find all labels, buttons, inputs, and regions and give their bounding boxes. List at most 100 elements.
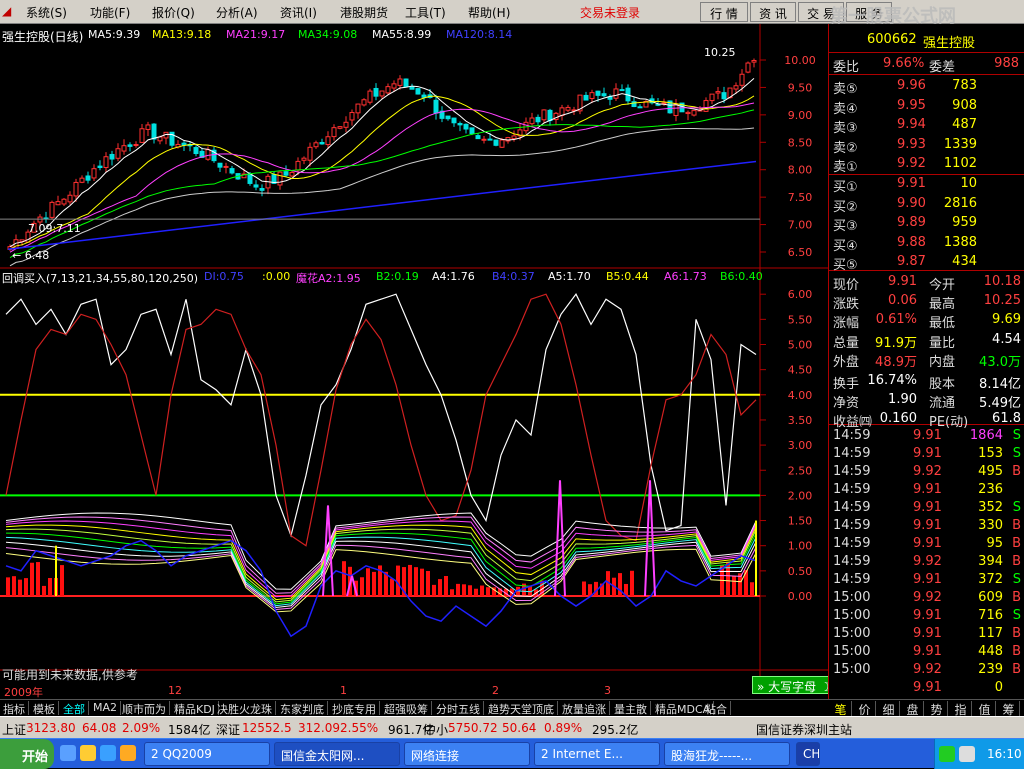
taskbar-ie[interactable]: 2 Internet E... — [534, 742, 660, 766]
candle-body — [715, 91, 721, 94]
zx-amount: 295.2亿 — [592, 723, 639, 737]
tab-news[interactable]: 资 讯 — [750, 2, 796, 22]
formula-tab[interactable]: 分时五线 — [433, 701, 484, 716]
windows-taskbar: 开始 2 QQ2009 国信金太阳网... 网络连接 2 Internet E.… — [0, 738, 1024, 769]
candle-body — [247, 173, 253, 184]
candle-body — [457, 122, 463, 126]
menu-analysis[interactable]: 分析(A) — [216, 4, 258, 21]
candle-body — [691, 110, 697, 116]
indicator-bar — [390, 578, 394, 596]
formula-tab[interactable]: MA2 — [90, 701, 122, 715]
candle-body — [619, 89, 625, 92]
stat-row: 外盘 48.9万 内盘 43.0万 — [833, 354, 1021, 370]
candle-body — [541, 109, 547, 121]
quicklaunch-folder-icon[interactable] — [80, 745, 96, 761]
formula-tab[interactable]: 指标 — [0, 701, 29, 716]
chart-area[interactable]: 10.00 9.50 9.00 8.50 8.00 7.50 7.00 6.50 6.00 5.5… — [0, 24, 828, 699]
indicator-label-a5: A5:1.70 — [548, 270, 591, 283]
indicator-label-b2: B2:0.19 — [376, 270, 419, 283]
indicator-tick-label: 4.50 — [788, 364, 813, 377]
stat-row: 涨跌 0.06 最高 10.25 — [833, 293, 1021, 313]
tick-row: 14:59 9.91 95 B — [833, 536, 1021, 551]
start-button[interactable]: 开始 — [0, 739, 54, 769]
tick-row: 15:00 9.91 117 B — [833, 626, 1021, 641]
indicator-bar — [12, 576, 16, 596]
chart-canvas[interactable]: 10.00 9.50 9.00 8.50 8.00 7.50 7.00 6.50 6.00 5.5… — [0, 24, 828, 688]
tick-row: 14:59 9.91 153 S — [833, 446, 1021, 461]
formula-tab[interactable]: 趋势天堂顶底 — [485, 701, 558, 716]
quicklaunch-desktop-icon[interactable] — [100, 745, 116, 761]
tab-market[interactable]: 行 情 — [700, 2, 748, 22]
webi-row: 委比 9.66% 委差 988 — [833, 56, 1019, 75]
mid-price-label: 7.09:7.11 — [28, 222, 81, 235]
formula-tab[interactable]: 超强吸筹 — [381, 701, 432, 716]
menu-hk-futures[interactable]: 港股期货 — [340, 4, 388, 21]
tray-network-icon[interactable] — [939, 746, 955, 762]
taskbar-stock[interactable]: 股海狂龙-----... — [664, 742, 790, 766]
indicator-bar — [726, 561, 730, 596]
candle-body — [601, 93, 607, 97]
candle-body — [397, 78, 403, 86]
future-data-note: 可能用到未来数据,供参考 — [2, 668, 138, 682]
formula-tab[interactable]: 抄底专用 — [329, 701, 380, 716]
formula-tab[interactable]: 量主散 — [611, 701, 651, 716]
lang-indicator[interactable]: CH — [796, 742, 820, 766]
formula-tab[interactable]: 模板 — [30, 701, 59, 716]
quote-panel: 600662 强生控股 委比 9.66% 委差 988 卖⑤ 9.96 783 卖④ 9… — [828, 24, 1024, 700]
candle-body — [49, 201, 55, 218]
price-tick-label: 9.00 — [788, 109, 813, 122]
taskbar-qq[interactable]: 2 QQ2009 — [144, 742, 270, 766]
formula-tab[interactable]: 决胜火龙珠 — [214, 701, 276, 716]
indicator-bar — [30, 562, 34, 596]
bid-row: 买⑤ 9.87 434 — [833, 254, 977, 273]
taskbar-guoxin[interactable]: 国信金太阳网... — [274, 742, 400, 766]
formula-tab[interactable]: 粘合 — [702, 701, 731, 716]
quicklaunch-ie-icon[interactable] — [60, 745, 76, 761]
server-name[interactable]: 国信证券深圳主站 — [756, 721, 852, 738]
indicator-bar — [372, 571, 376, 596]
candle-body — [415, 88, 421, 95]
candle-body — [751, 59, 757, 63]
menu-function[interactable]: 功能(F) — [90, 4, 130, 21]
candle-body — [301, 157, 307, 161]
stat-row: 现价 9.91 今开 10.18 — [833, 274, 1021, 293]
indicator-bar — [42, 585, 46, 596]
zx-pct: 0.89% — [544, 721, 583, 735]
formula-tab[interactable]: 东家判底 — [277, 701, 328, 716]
indicator-label-b5: B5:0.44 — [606, 270, 649, 283]
indicator-tick-label: 4.00 — [788, 389, 813, 402]
app-logo-icon: ◢ — [2, 4, 12, 18]
indicator-bar — [456, 583, 460, 596]
candle-body — [217, 162, 223, 168]
candle-body — [121, 145, 127, 152]
taskbar-network[interactable]: 网络连接 — [404, 742, 530, 766]
indicator-bar — [750, 582, 754, 596]
indicator-tick-label: 0.00 — [788, 590, 813, 603]
formula-tab[interactable]: 精品KDJ — [171, 701, 219, 716]
menu-tools[interactable]: 工具(T) — [405, 4, 446, 21]
indicator-bar — [462, 584, 466, 596]
menu-quote[interactable]: 报价(Q) — [152, 4, 195, 21]
tray-volume-icon[interactable] — [959, 746, 975, 762]
indicator-bar — [24, 578, 28, 596]
clock: 16:10 — [987, 747, 1022, 761]
indicator-tick-label: 6.00 — [788, 288, 813, 301]
candle-body — [259, 188, 265, 191]
indicator-tick-label: 3.00 — [788, 439, 813, 452]
menu-help[interactable]: 帮助(H) — [468, 4, 510, 21]
formula-tab[interactable]: 顺市而为 — [119, 701, 170, 716]
candle-body — [721, 92, 727, 100]
indicator-bar — [450, 589, 454, 596]
formula-tab[interactable]: 放量追涨 — [559, 701, 610, 716]
menu-system[interactable]: 系统(S) — [26, 4, 67, 21]
tick-row: 14:59 9.92 394 B — [833, 554, 1021, 569]
candle-body — [529, 117, 535, 125]
indicator-tick-label: 1.00 — [788, 540, 813, 553]
indicator-bar — [618, 573, 622, 596]
formula-tab[interactable]: 全部 — [60, 701, 89, 716]
indicator-bar — [360, 577, 364, 596]
sz-label: 深证 — [216, 723, 241, 737]
candle-body — [685, 111, 691, 115]
quicklaunch-app-icon[interactable] — [120, 745, 136, 761]
menu-info[interactable]: 资讯(I) — [280, 4, 317, 21]
